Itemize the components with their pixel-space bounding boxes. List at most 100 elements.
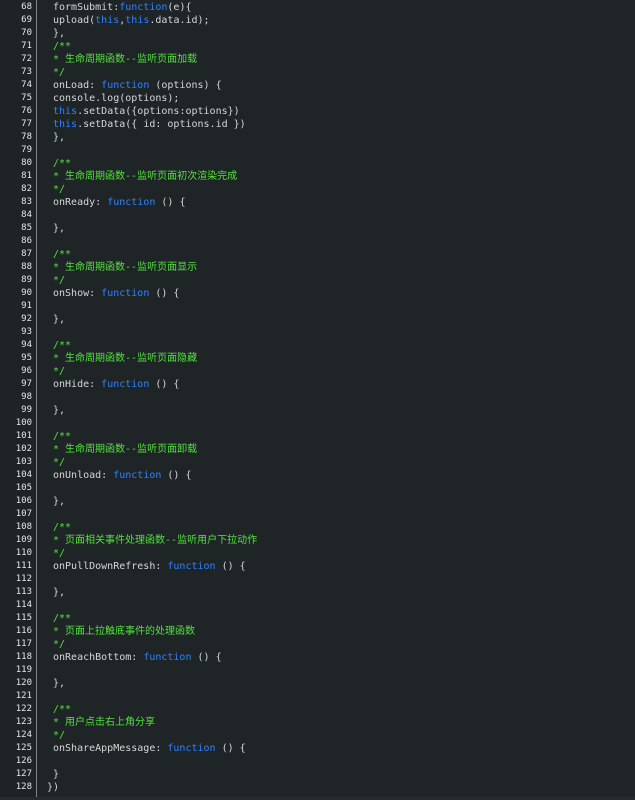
- code-line[interactable]: 94 /**: [0, 339, 635, 352]
- code-line[interactable]: 72 * 生命周期函数--监听页面加载: [0, 53, 635, 66]
- comment-token: */: [53, 184, 66, 195]
- code-token: .setData({ id: options.id }): [77, 119, 246, 130]
- code-line[interactable]: 101 /**: [0, 430, 635, 443]
- code-line[interactable]: 127}: [0, 768, 635, 781]
- code-line[interactable]: 124 */: [0, 729, 635, 742]
- code-line[interactable]: 78},: [0, 131, 635, 144]
- code-editor[interactable]: 68 formSubmit:function(e){69 upload(this,t…: [0, 0, 635, 800]
- code-line[interactable]: 97 onHide: function () {: [0, 378, 635, 391]
- code-line[interactable]: 118 onReachBottom: function () {: [0, 651, 635, 664]
- code-line[interactable]: 86: [0, 235, 635, 248]
- line-code: /**: [53, 248, 71, 261]
- line-number: 95: [21, 353, 32, 363]
- code-line[interactable]: 84: [0, 209, 635, 222]
- code-line[interactable]: 122 /**: [0, 703, 635, 716]
- code-line[interactable]: 79: [0, 144, 635, 157]
- code-line[interactable]: 114: [0, 599, 635, 612]
- code-token: onReachBottom:: [53, 652, 144, 663]
- code-line[interactable]: 125 onShareAppMessage: function () {: [0, 742, 635, 755]
- line-code: onShow: function () {: [53, 287, 179, 300]
- code-line[interactable]: 71 /**: [0, 40, 635, 53]
- code-line[interactable]: 74 onLoad: function (options) {: [0, 79, 635, 92]
- code-line[interactable]: 102 * 生命周期函数--监听页面卸载: [0, 443, 635, 456]
- code-line[interactable]: 113},: [0, 586, 635, 599]
- code-token: () {: [149, 379, 180, 390]
- code-token: () {: [155, 197, 186, 208]
- code-line[interactable]: 115 /**: [0, 612, 635, 625]
- code-line[interactable]: 81 * 生命周期函数--监听页面初次渲染完成: [0, 170, 635, 183]
- code-line[interactable]: 88 * 生命周期函数--监听页面显示: [0, 261, 635, 274]
- line-number: 111: [15, 561, 32, 571]
- code-line[interactable]: 95 * 生命周期函数--监听页面隐藏: [0, 352, 635, 365]
- code-line[interactable]: 111 onPullDownRefresh: function () {: [0, 560, 635, 573]
- code-line[interactable]: 85},: [0, 222, 635, 235]
- line-code: },: [53, 677, 65, 690]
- code-line[interactable]: 83 onReady: function () {: [0, 196, 635, 209]
- code-line[interactable]: 68 formSubmit:function(e){: [0, 1, 635, 14]
- line-number: 127: [15, 769, 32, 779]
- code-line[interactable]: 100: [0, 417, 635, 430]
- line-code: },: [53, 495, 65, 508]
- comment-token: * 生命周期函数--监听页面卸载: [53, 444, 198, 455]
- code-line[interactable]: 121: [0, 690, 635, 703]
- line-number: 97: [21, 379, 32, 389]
- comment-token: */: [53, 639, 66, 650]
- line-code: */: [53, 638, 65, 651]
- line-number: 78: [21, 132, 32, 142]
- code-line[interactable]: 89 */: [0, 274, 635, 287]
- code-line[interactable]: 104 onUnload: function () {: [0, 469, 635, 482]
- code-line[interactable]: 126: [0, 755, 635, 768]
- line-code: * 生命周期函数--监听页面初次渲染完成: [53, 170, 237, 183]
- code-line[interactable]: 69 upload(this,this.data.id);: [0, 14, 635, 27]
- code-line[interactable]: 75 console.log(options);: [0, 92, 635, 105]
- comment-token: /**: [53, 158, 72, 169]
- line-number: 116: [15, 626, 32, 636]
- comment-token: */: [53, 548, 66, 559]
- code-line[interactable]: 93: [0, 326, 635, 339]
- comment-token: */: [53, 366, 66, 377]
- code-line[interactable]: 116 * 页面上拉触底事件的处理函数: [0, 625, 635, 638]
- line-number: 120: [15, 678, 32, 688]
- code-line[interactable]: 120},: [0, 677, 635, 690]
- code-line[interactable]: 110 */: [0, 547, 635, 560]
- code-line[interactable]: 107: [0, 508, 635, 521]
- code-line[interactable]: 108 /**: [0, 521, 635, 534]
- code-line[interactable]: 92},: [0, 313, 635, 326]
- code-token: },: [53, 314, 66, 325]
- code-line[interactable]: 99},: [0, 404, 635, 417]
- line-code: */: [53, 456, 65, 469]
- code-line[interactable]: 91: [0, 300, 635, 313]
- code-line[interactable]: 123 * 用户点击右上角分享: [0, 716, 635, 729]
- code-lines[interactable]: 68 formSubmit:function(e){69 upload(this,t…: [0, 0, 635, 793]
- code-line[interactable]: 105: [0, 482, 635, 495]
- code-line[interactable]: 98: [0, 391, 635, 404]
- code-token: },: [53, 28, 66, 39]
- comment-token: */: [53, 67, 66, 78]
- line-code: },: [53, 27, 65, 40]
- code-line[interactable]: 117 */: [0, 638, 635, 651]
- code-line[interactable]: 82 */: [0, 183, 635, 196]
- code-line[interactable]: 76 this.setData({options:options}): [0, 105, 635, 118]
- keyword-token: function: [101, 80, 150, 91]
- line-number: 125: [15, 743, 32, 753]
- line-number: 117: [15, 639, 32, 649]
- keyword-token: this: [53, 119, 78, 130]
- code-line[interactable]: 80 /**: [0, 157, 635, 170]
- line-number: 79: [21, 145, 32, 155]
- code-line[interactable]: 128}): [0, 781, 635, 794]
- code-line[interactable]: 73 */: [0, 66, 635, 79]
- line-code: },: [53, 222, 65, 235]
- code-line[interactable]: 119: [0, 664, 635, 677]
- code-line[interactable]: 90 onShow: function () {: [0, 287, 635, 300]
- code-line[interactable]: 96 */: [0, 365, 635, 378]
- keyword-token: this: [53, 106, 78, 117]
- line-code: },: [53, 404, 65, 417]
- code-line[interactable]: 70},: [0, 27, 635, 40]
- code-line[interactable]: 112: [0, 573, 635, 586]
- line-code: onShareAppMessage: function () {: [53, 742, 246, 755]
- code-line[interactable]: 106},: [0, 495, 635, 508]
- code-line[interactable]: 77 this.setData({ id: options.id }): [0, 118, 635, 131]
- code-line[interactable]: 87 /**: [0, 248, 635, 261]
- code-line[interactable]: 103 */: [0, 456, 635, 469]
- code-line[interactable]: 109 * 页面相关事件处理函数--监听用户下拉动作: [0, 534, 635, 547]
